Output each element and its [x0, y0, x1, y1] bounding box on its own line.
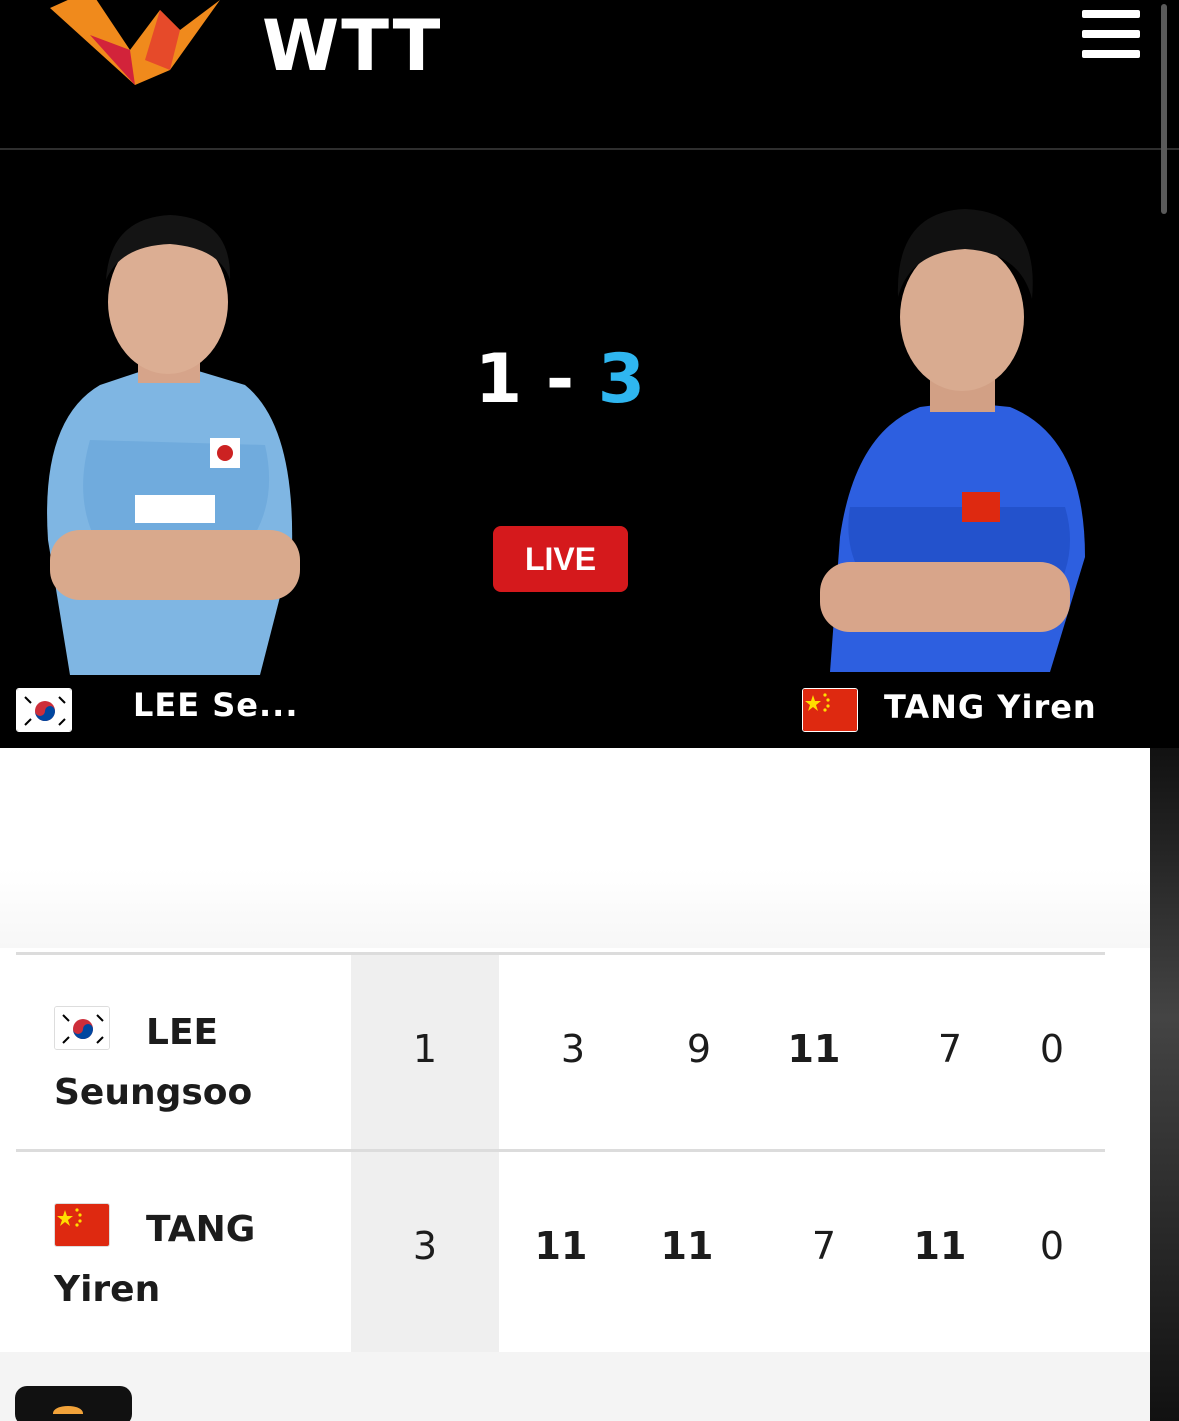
wtt-mini-logo-icon [53, 1406, 83, 1420]
wtt-logo-text[interactable]: WTT [262, 6, 442, 86]
south-korea-flag-icon [16, 688, 72, 732]
game-3-cell: 7 [811, 1224, 837, 1268]
row-player-given-name: Seungsoo [54, 1072, 253, 1113]
match-score: 1 - 3 [430, 340, 690, 419]
score-separator: - [545, 340, 575, 419]
scoreboard-header-area [0, 748, 1150, 948]
match-score-cell: 1 [412, 1027, 438, 1071]
row-player-surname: LEE [146, 1012, 219, 1053]
player-right-photo [820, 209, 1085, 672]
row-player-surname: TANG [146, 1209, 256, 1250]
player-right-name[interactable]: TANG Yiren [884, 688, 1097, 726]
hamburger-menu-icon[interactable] [1080, 6, 1142, 62]
row-player-name[interactable]: LEE Seungsoo [54, 1003, 354, 1123]
game-4-cell: 7 [937, 1027, 963, 1071]
table-row: TANG Yiren 3 11 11 7 11 0 [16, 1149, 1105, 1352]
scoreboard-table: LEE Seungsoo 1 3 9 11 7 0 TANG Yiren 3 11 … [16, 952, 1105, 1352]
player-left-photo [47, 215, 300, 675]
game-5-cell: 0 [1039, 1224, 1065, 1268]
game-5-cell: 0 [1039, 1027, 1065, 1071]
live-badge[interactable]: LIVE [493, 526, 628, 592]
side-shadow [1150, 748, 1179, 1421]
wtt-logo-icon[interactable] [50, 0, 260, 90]
match-hero: 1 - 3 LIVE LEE Se... TANG Yiren [0, 152, 1150, 748]
table-row: LEE Seungsoo 1 3 9 11 7 0 [16, 952, 1105, 1155]
china-flag-icon [54, 1203, 110, 1247]
page-scrollbar[interactable] [1161, 4, 1167, 214]
south-korea-flag-icon [54, 1006, 110, 1050]
game-2-cell: 9 [686, 1027, 712, 1071]
bottom-section [0, 1352, 1150, 1421]
china-flag-icon [802, 688, 858, 732]
player-left-name[interactable]: LEE Se... [133, 686, 298, 724]
score-left: 1 [474, 340, 523, 419]
game-3-cell: 11 [787, 1027, 841, 1071]
row-player-given-name: Yiren [54, 1269, 161, 1310]
top-nav-bar: WTT [0, 0, 1179, 150]
game-1-cell: 3 [560, 1027, 586, 1071]
game-1-cell: 11 [534, 1224, 588, 1268]
match-score-cell: 3 [412, 1224, 438, 1268]
app-launcher-button[interactable] [15, 1386, 132, 1421]
score-right: 3 [597, 340, 646, 419]
scoreboard-panel: LEE Seungsoo 1 3 9 11 7 0 TANG Yiren 3 11 … [0, 748, 1150, 1352]
row-player-name[interactable]: TANG Yiren [54, 1200, 354, 1320]
game-2-cell: 11 [660, 1224, 714, 1268]
game-4-cell: 11 [913, 1224, 967, 1268]
